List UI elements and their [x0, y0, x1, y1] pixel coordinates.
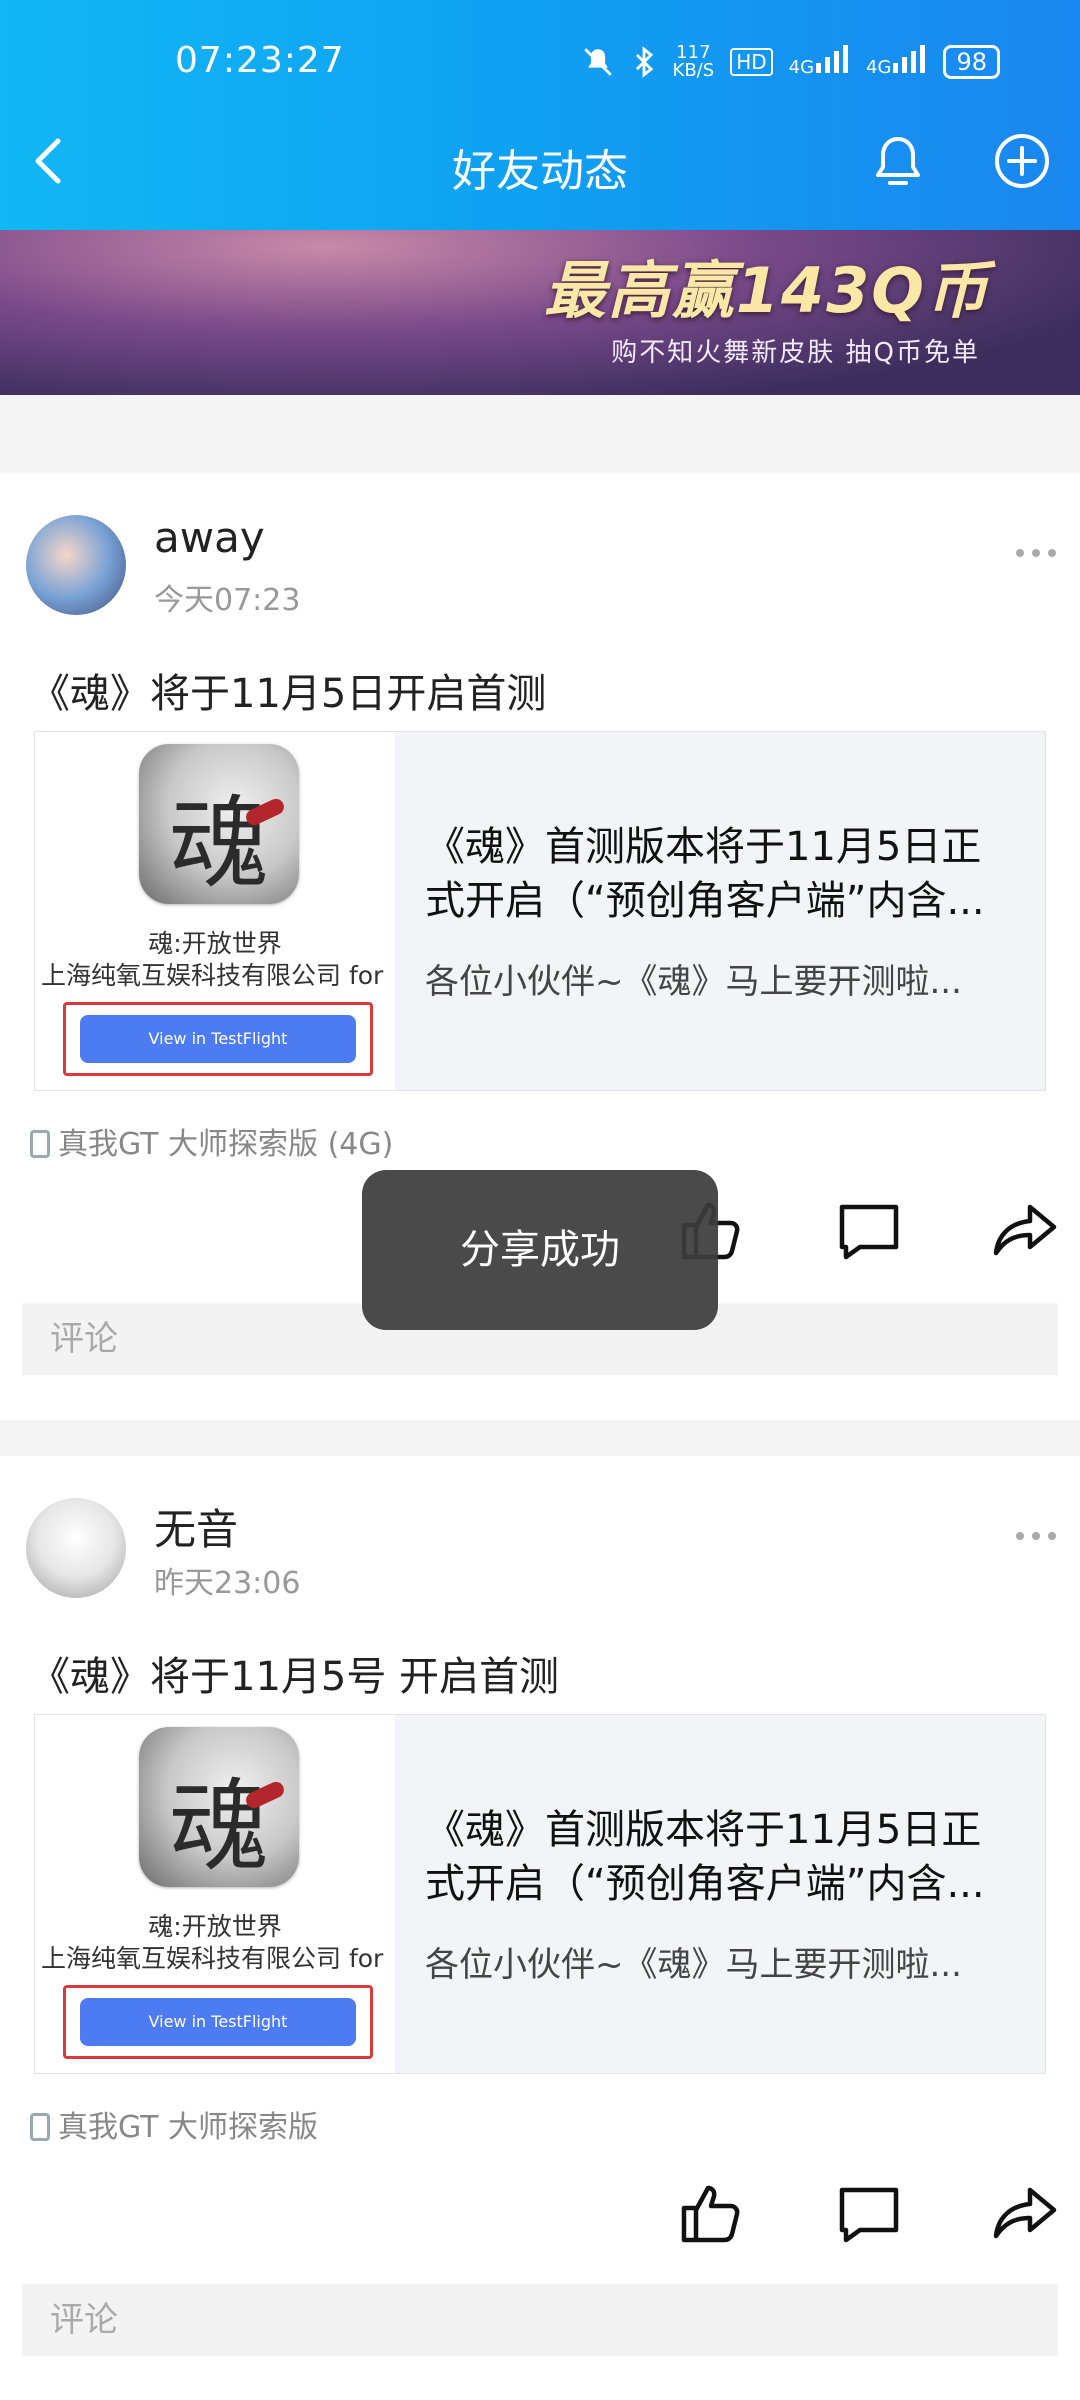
- device-name: 真我GT 大师探索版 (4G): [58, 1127, 394, 1162]
- share-description: 各位小伙伴~《魂》马上要开测啦...: [425, 962, 962, 1002]
- add-circle-icon[interactable]: [992, 131, 1052, 191]
- comment-icon[interactable]: [834, 2180, 904, 2250]
- game-name: 魂:开放世界: [148, 1912, 282, 1941]
- status-icons: 117 KB/S HD 4G 4G 98: [581, 44, 1000, 80]
- share-title: 《魂》首测版本将于11月5日正式开启（“预创角客户端”内含...: [425, 824, 985, 924]
- shared-link-card[interactable]: 魂 魂:开放世界 上海纯氧互娱科技有限公司 for iOS View in Te…: [34, 731, 1046, 1091]
- post-time: 昨天23:06: [154, 1566, 301, 1601]
- like-thumbs-up-icon[interactable]: [676, 2178, 746, 2248]
- more-options-icon[interactable]: [1014, 543, 1058, 563]
- share-title: 《魂》首测版本将于11月5日正式开启（“预创角客户端”内含...: [425, 1807, 985, 1907]
- post-time: 今天07:23: [154, 583, 301, 618]
- signal-2: 4G: [866, 45, 927, 79]
- shared-link-card[interactable]: 魂 魂:开放世界 上海纯氧互娱科技有限公司 for iOS View in Te…: [34, 1714, 1046, 2074]
- mute-bell-icon: [583, 48, 612, 76]
- battery-icon: 98: [943, 45, 1000, 79]
- comment-input[interactable]: 评论: [22, 2284, 1058, 2356]
- divider: [0, 395, 1080, 473]
- testflight-button: View in TestFlight: [80, 1015, 356, 1063]
- avatar[interactable]: [26, 515, 126, 615]
- testflight-highlight: View in TestFlight: [63, 1002, 373, 1076]
- status-bar: 07:23:27 117 KB/S HD 4G 4G 98: [0, 40, 1080, 100]
- phone-icon: [30, 2113, 50, 2141]
- promo-banner[interactable]: 最高赢143Q币 购不知火舞新皮肤 抽Q币免单: [0, 230, 1080, 395]
- bluetooth-icon: [635, 46, 653, 78]
- post-text: 《魂》将于11月5日开启首测: [30, 671, 547, 717]
- comment-icon[interactable]: [834, 1197, 904, 1267]
- bell-icon[interactable]: [866, 129, 930, 193]
- testflight-highlight: View in TestFlight: [63, 1985, 373, 2059]
- username[interactable]: 无音: [154, 1496, 238, 1557]
- game-icon: 魂: [139, 1727, 299, 1887]
- game-company: 上海纯氧互娱科技有限公司 for iOS: [41, 961, 393, 990]
- signal-1: 4G: [789, 45, 850, 79]
- avatar[interactable]: [26, 1498, 126, 1598]
- more-options-icon[interactable]: [1014, 1526, 1058, 1546]
- share-thumbnail: 魂 魂:开放世界 上海纯氧互娱科技有限公司 for iOS View in Te…: [35, 1715, 395, 2073]
- nav-bar: 好友动态: [0, 125, 1080, 205]
- post-card: 无音 昨天23:06 《魂》将于11月5号 开启首测 魂 魂:开放世界 上海纯氧…: [0, 1456, 1080, 2400]
- device-label: 真我GT 大师探索版 (4G): [30, 1119, 393, 1163]
- share-arrow-icon[interactable]: [990, 1195, 1060, 1265]
- status-time: 07:23:27: [175, 40, 345, 81]
- divider: [0, 1420, 1080, 1456]
- share-description: 各位小伙伴~《魂》马上要开测啦...: [425, 1945, 962, 1985]
- game-name: 魂:开放世界: [148, 929, 282, 958]
- phone-icon: [30, 1130, 50, 1158]
- testflight-button: View in TestFlight: [80, 1998, 356, 2046]
- banner-headline: 最高赢143Q币: [543, 254, 990, 327]
- top-bar: 07:23:27 117 KB/S HD 4G 4G 98 好友动态: [0, 0, 1080, 230]
- toast-message: 分享成功: [362, 1170, 718, 1330]
- banner-subline: 购不知火舞新皮肤 抽Q币免单: [611, 338, 980, 368]
- post-text: 《魂》将于11月5号 开启首测: [30, 1654, 560, 1700]
- hd-icon: HD: [730, 48, 773, 76]
- game-icon: 魂: [139, 744, 299, 904]
- signal-icon: [816, 45, 849, 73]
- share-arrow-icon[interactable]: [990, 2178, 1060, 2248]
- net-speed: 117 KB/S: [672, 42, 715, 81]
- signal-icon: [893, 45, 926, 73]
- share-thumbnail: 魂 魂:开放世界 上海纯氧互娱科技有限公司 for iOS View in Te…: [35, 732, 395, 1090]
- username[interactable]: away: [154, 513, 265, 562]
- device-label: 真我GT 大师探索版: [30, 2102, 318, 2146]
- device-name: 真我GT 大师探索版: [58, 2110, 319, 2145]
- game-company: 上海纯氧互娱科技有限公司 for iOS: [41, 1944, 393, 1973]
